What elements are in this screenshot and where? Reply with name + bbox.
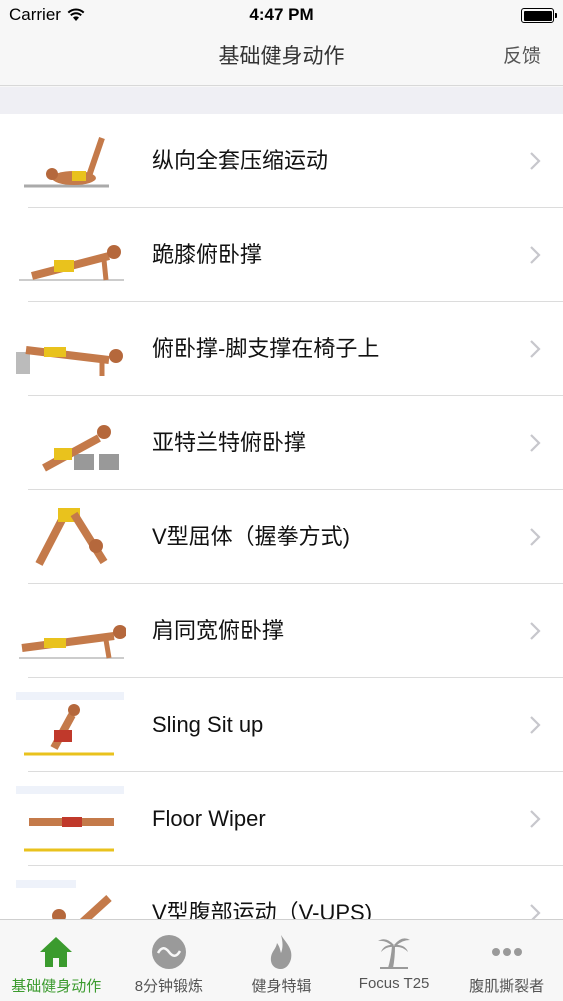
chevron-right-icon bbox=[530, 528, 541, 546]
page-title: 基础健身动作 bbox=[218, 45, 345, 68]
more-dots-icon bbox=[487, 932, 527, 972]
home-icon bbox=[36, 932, 76, 972]
tab-item[interactable]: 基础健身动作 bbox=[0, 920, 113, 1001]
exercise-figure-icon bbox=[42, 425, 119, 472]
exercise-figure-icon bbox=[16, 346, 123, 376]
tab-label: 健身特辑 bbox=[251, 978, 312, 995]
exercise-list-area[interactable]: 纵向全套压缩运动 跪膝俯卧撑俯卧撑-脚支撑在椅子上 亚特兰特俯卧撑 V型屈体（握拳方式… bbox=[0, 87, 563, 919]
chevron-right-icon bbox=[530, 434, 541, 452]
list-item-label: 纵向全套压缩运动 bbox=[152, 148, 329, 173]
tab-label: 腹肌撕裂者 bbox=[469, 978, 545, 995]
battery-fill bbox=[523, 10, 552, 21]
list-item-label: 跪膝俯卧撑 bbox=[152, 242, 263, 267]
list-item-label: 肩同宽俯卧撑 bbox=[152, 618, 285, 643]
list-item[interactable]: 跪膝俯卧撑 bbox=[0, 208, 563, 302]
list-item[interactable]: 亚特兰特俯卧撑 bbox=[0, 396, 563, 490]
tab-bar: 基础健身动作 8分钟锻炼 健身特辑 Focus T25 腹肌撕裂者 bbox=[0, 919, 563, 1000]
tab-label: 基础健身动作 bbox=[11, 978, 102, 995]
flame-icon bbox=[261, 932, 301, 972]
list-item[interactable]: Floor Wiper bbox=[0, 772, 563, 866]
exercise-figure-icon bbox=[16, 786, 124, 852]
palm-tree-icon bbox=[374, 932, 414, 972]
list-item-label: Floor Wiper bbox=[152, 806, 266, 831]
list-item-label: V型腹部运动（V-UPS) bbox=[152, 900, 373, 919]
exercise-figure-icon bbox=[35, 508, 108, 566]
list-item-label: Sling Sit up bbox=[152, 712, 264, 737]
list-item[interactable]: 纵向全套压缩运动 bbox=[0, 114, 563, 208]
tab-label: 8分钟锻炼 bbox=[134, 978, 204, 995]
list-item[interactable]: V型腹部运动（V-UPS) bbox=[0, 866, 563, 919]
list-item-label: 亚特兰特俯卧撑 bbox=[152, 430, 307, 455]
list-item[interactable]: V型屈体（握拳方式) bbox=[0, 490, 563, 584]
tab-item[interactable]: Focus T25 bbox=[338, 920, 451, 1001]
chevron-right-icon bbox=[530, 810, 541, 828]
chevron-right-icon bbox=[530, 246, 541, 264]
feedback-button[interactable]: 反馈 bbox=[503, 41, 541, 68]
chevron-right-icon bbox=[530, 622, 541, 640]
exercise-figure-icon bbox=[16, 880, 112, 919]
list-item-label: V型屈体（握拳方式) bbox=[152, 524, 351, 549]
tab-item[interactable]: 健身特辑 bbox=[225, 920, 338, 1001]
status-bar: Carrier 4:47 PM bbox=[0, 0, 563, 30]
exercise-figure-icon bbox=[16, 692, 124, 756]
status-time: 4:47 PM bbox=[249, 5, 314, 24]
chevron-right-icon bbox=[530, 152, 541, 170]
chevron-right-icon bbox=[530, 904, 541, 919]
list-item[interactable]: 肩同宽俯卧撑 bbox=[0, 584, 563, 678]
list-item[interactable]: 俯卧撑-脚支撑在椅子上 bbox=[0, 302, 563, 396]
tab-item[interactable]: 8分钟锻炼 bbox=[113, 920, 226, 1001]
list-item-label: 俯卧撑-脚支撑在椅子上 bbox=[152, 336, 380, 361]
exercise-figure-icon bbox=[19, 245, 124, 281]
navigation-bar: 基础健身动作 反馈 bbox=[0, 30, 563, 86]
list-item[interactable]: Sling Sit up bbox=[0, 678, 563, 772]
wave-circle-icon bbox=[149, 932, 189, 972]
battery-icon bbox=[521, 8, 557, 23]
tab-label: Focus T25 bbox=[358, 975, 430, 992]
exercise-figure-icon bbox=[19, 625, 126, 659]
exercise-list: 纵向全套压缩运动 跪膝俯卧撑俯卧撑-脚支撑在椅子上 亚特兰特俯卧撑 V型屈体（握拳方式… bbox=[0, 114, 563, 919]
tab-item[interactable]: 腹肌撕裂者 bbox=[450, 920, 563, 1001]
chevron-right-icon bbox=[530, 340, 541, 358]
chevron-right-icon bbox=[530, 716, 541, 734]
exercise-figure-icon bbox=[24, 137, 109, 188]
